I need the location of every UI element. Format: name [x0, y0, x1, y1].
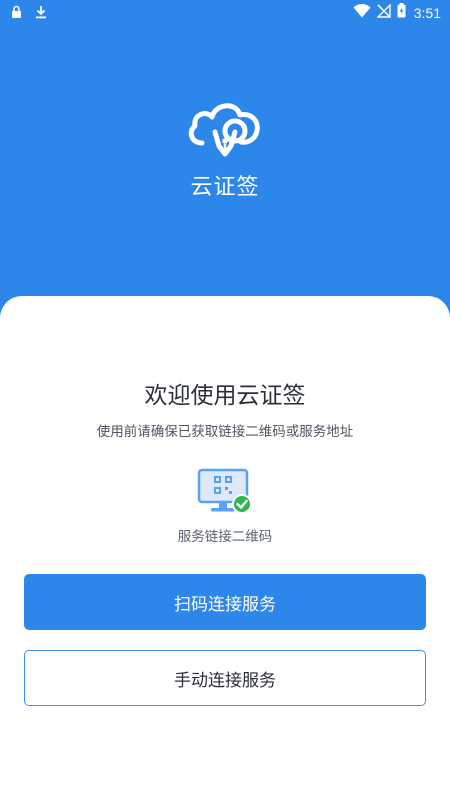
status-left: [11, 4, 47, 23]
screen: 3:51 云证签 欢迎使用云证签 使用前请确保已获取链接二维码或服务地址 服务链…: [0, 0, 450, 800]
lock-icon: [11, 4, 22, 23]
monitor-qr-check-icon: [197, 468, 255, 516]
status-right: 3:51: [353, 3, 441, 22]
battery-icon: [397, 3, 406, 22]
welcome-card: 欢迎使用云证签 使用前请确保已获取链接二维码或服务地址 服务链接二维码 扫码连接…: [0, 296, 450, 800]
manual-connect-button[interactable]: 手动连接服务: [24, 650, 426, 706]
scan-connect-label: 扫码连接服务: [174, 594, 276, 615]
page-subtitle: 使用前请确保已获取链接二维码或服务地址: [96, 424, 354, 440]
illustration-caption: 服务链接二维码: [177, 529, 273, 545]
cloud-pen-logo: [183, 100, 267, 166]
wifi-icon: [353, 3, 371, 22]
download-icon: [35, 4, 47, 23]
no-signal-icon: [376, 3, 391, 22]
manual-connect-label: 手动连接服务: [174, 670, 276, 691]
status-time: 3:51: [413, 4, 441, 21]
page-title: 欢迎使用云证签: [144, 383, 306, 409]
scan-connect-button[interactable]: 扫码连接服务: [24, 574, 426, 630]
header-banner: 3:51 云证签: [0, 0, 450, 340]
app-name: 云证签: [190, 175, 260, 200]
status-bar: 3:51: [0, 0, 450, 26]
